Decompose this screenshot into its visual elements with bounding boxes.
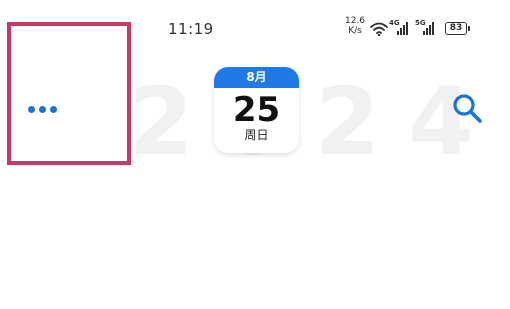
calendar-date-button[interactable]: 8月 25 周日 [214, 67, 299, 153]
network-speed: 12.6 K/s [342, 16, 368, 36]
calendar-weekday: 周日 [244, 128, 269, 142]
more-options-button[interactable] [22, 96, 62, 122]
status-time: 11:19 [168, 20, 214, 38]
signal-icon-2: 5G [415, 19, 437, 36]
search-icon [453, 94, 482, 123]
signal-2-tag: 5G [415, 19, 426, 27]
calendar-month: 8月 [214, 67, 299, 88]
more-dots-icon [49, 105, 57, 113]
more-dots-icon [38, 105, 46, 113]
calendar-day: 25 [232, 90, 281, 130]
year-watermark: 2024 [128, 68, 502, 177]
wifi-icon [370, 22, 388, 36]
network-speed-unit: K/s [348, 26, 362, 36]
network-speed-value: 12.6 [344, 16, 366, 26]
search-button[interactable] [450, 91, 486, 127]
signal-1-tag: 4G [389, 19, 400, 27]
signal-icon-1: 4G [389, 19, 411, 36]
battery-icon: 83 [445, 22, 470, 35]
highlight-box [7, 22, 131, 165]
more-dots-icon [27, 105, 35, 113]
